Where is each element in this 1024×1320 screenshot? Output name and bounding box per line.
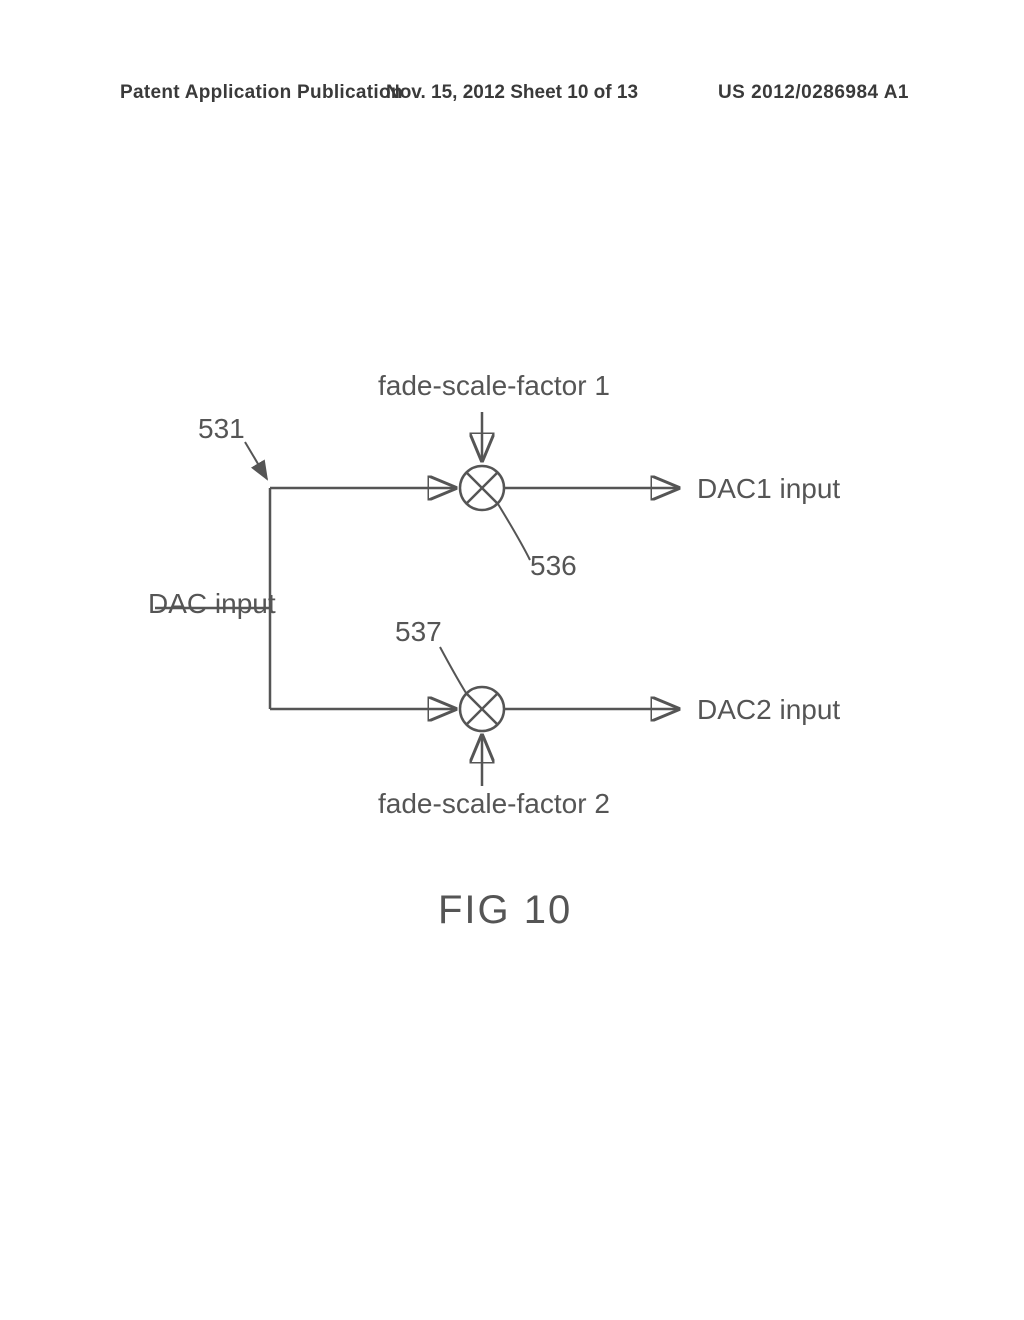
figure-label: FIG 10 — [438, 888, 572, 933]
header-left: Patent Application Publication — [120, 82, 403, 104]
label-ref-531: 531 — [198, 413, 245, 445]
label-fade-scale-2: fade-scale-factor 2 — [378, 788, 610, 820]
page-header: Patent Application Publication Nov. 15, … — [0, 82, 1024, 104]
label-ref-536: 536 — [530, 550, 577, 582]
header-center: Nov. 15, 2012 Sheet 10 of 13 — [386, 82, 638, 104]
label-dac2-input: DAC2 input — [697, 694, 840, 726]
label-dac-input: DAC input — [148, 588, 276, 620]
label-dac1-input: DAC1 input — [697, 473, 840, 505]
header-right: US 2012/0286984 A1 — [718, 82, 909, 104]
label-ref-537: 537 — [395, 616, 442, 648]
diagram-container: fade-scale-factor 1 531 DAC input 536 53… — [0, 360, 1024, 910]
label-fade-scale-1: fade-scale-factor 1 — [378, 370, 610, 402]
diagram-svg — [0, 360, 1024, 960]
